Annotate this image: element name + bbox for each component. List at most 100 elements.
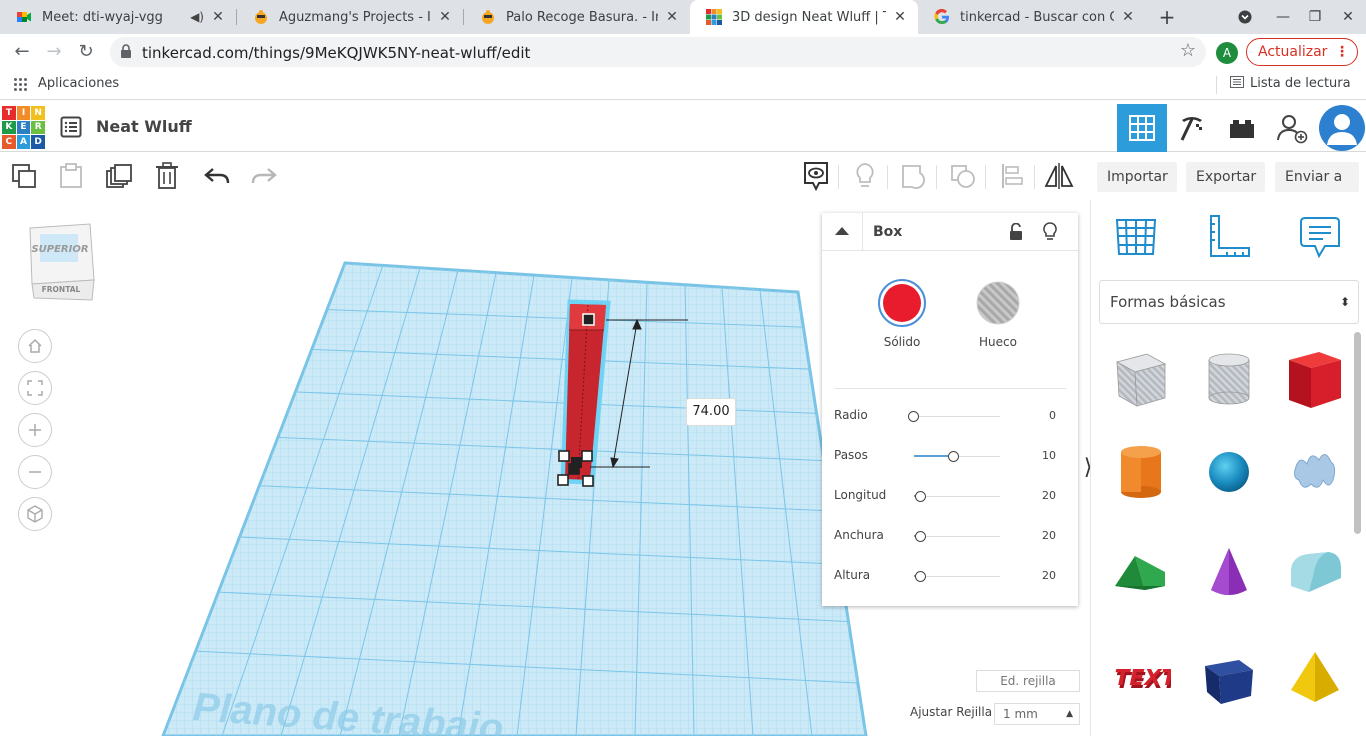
close-tab-icon[interactable]: ✕ — [437, 9, 453, 25]
ungroup-button[interactable] — [948, 161, 978, 191]
delete-button[interactable] — [152, 161, 182, 191]
bookmark-star-icon[interactable]: ☆ — [1180, 40, 1196, 61]
scribble-shape[interactable] — [1285, 440, 1345, 500]
notes-visibility-button[interactable] — [801, 161, 831, 191]
omnibox[interactable]: tinkercad.com/things/9MeKQJWK5NY-neat-wl… — [110, 37, 1206, 67]
browser-tab-google-search[interactable]: tinkercad - Buscar con Go ✕ — [918, 0, 1146, 34]
profile-avatar[interactable]: A — [1216, 42, 1238, 64]
minecraft-view-button[interactable] — [1167, 104, 1217, 152]
snap-grid-select[interactable]: 1 mm ▲ — [994, 703, 1080, 725]
pyramid-shape[interactable] — [1285, 646, 1345, 706]
dimension-value[interactable]: 74.00 — [686, 398, 736, 426]
update-button[interactable]: Actualizar ⋮ — [1246, 38, 1358, 66]
copy-button[interactable] — [9, 161, 39, 191]
ruler-tool-icon[interactable] — [1205, 214, 1251, 260]
slider-track[interactable] — [914, 496, 1000, 497]
bricks-view-button[interactable] — [1217, 104, 1267, 152]
solid-color-swatch[interactable] — [878, 279, 926, 327]
hole-label[interactable]: Hueco — [958, 335, 1038, 349]
export-button[interactable]: Exportar — [1186, 162, 1265, 192]
solid-label[interactable]: Sólido — [862, 335, 942, 349]
cylinder-shape[interactable] — [1111, 440, 1171, 500]
zoom-out-button[interactable] — [18, 455, 52, 489]
view-cube[interactable]: SUPERIOR FRONTAL — [26, 222, 98, 304]
shape-category-select[interactable]: Formas básicas ⬍ — [1099, 280, 1359, 324]
apps-bookmark[interactable]: Aplicaciones — [38, 76, 119, 91]
invite-user-button[interactable] — [1267, 104, 1317, 152]
apps-grid-icon[interactable] — [14, 78, 28, 92]
param-value[interactable]: 20 — [1042, 569, 1056, 582]
tinkercad-logo[interactable]: T I N K E R C A D — [2, 106, 45, 149]
url-text[interactable]: tinkercad.com/things/9MeKQJWK5NY-neat-wl… — [142, 44, 530, 62]
minimize-window-icon[interactable]: — — [1271, 6, 1295, 28]
3d-design-view-button[interactable] — [1117, 104, 1167, 152]
fit-view-button[interactable] — [18, 371, 52, 405]
reading-list-button[interactable]: Lista de lectura — [1230, 76, 1351, 91]
lightbulb-icon[interactable] — [1043, 222, 1057, 242]
trash-icon — [156, 162, 178, 189]
workplane-tool-icon[interactable] — [1113, 214, 1159, 260]
design-name[interactable]: Neat Wluff — [96, 117, 192, 136]
slider-knob[interactable] — [914, 491, 926, 502]
tab-search-icon[interactable] — [1233, 6, 1257, 28]
roof-shape[interactable] — [1111, 542, 1171, 602]
home-view-button[interactable] — [18, 329, 52, 363]
hole-swatch[interactable] — [976, 281, 1020, 325]
slider-knob[interactable] — [908, 411, 919, 422]
shape-name[interactable]: Box — [873, 224, 902, 240]
browser-tab-tinkercad[interactable]: 3D design Neat Wluff | Ti ✕ — [690, 0, 918, 34]
box-shape[interactable] — [1285, 348, 1345, 408]
show-all-button[interactable] — [850, 161, 880, 191]
zoom-in-button[interactable] — [18, 413, 52, 447]
paste-button[interactable] — [56, 161, 86, 191]
speaker-icon[interactable]: ◀) — [190, 10, 204, 24]
send-to-button[interactable]: Enviar a — [1275, 162, 1359, 192]
mirror-button[interactable] — [1044, 161, 1074, 191]
box-hole-shape[interactable] — [1111, 348, 1171, 408]
wedge-shape[interactable] — [1199, 646, 1259, 706]
address-bar-row: ← → ↻ tinkercad.com/things/9MeKQJWK5NY-n… — [0, 34, 1366, 70]
collapse-caret-icon[interactable] — [834, 225, 850, 237]
align-button[interactable] — [997, 161, 1027, 191]
undo-button[interactable] — [202, 161, 232, 191]
close-tab-icon[interactable]: ✕ — [892, 9, 908, 25]
slider-track[interactable] — [914, 536, 1000, 537]
cone-shape[interactable] — [1199, 542, 1259, 602]
slider-track[interactable] — [914, 576, 1000, 577]
group-button[interactable] — [899, 161, 929, 191]
param-value[interactable]: 20 — [1042, 529, 1056, 542]
new-tab-button[interactable]: + — [1156, 6, 1178, 28]
browser-tab-aguzmang[interactable]: Aguzmang's Projects - In ✕ — [237, 0, 463, 34]
back-arrow-icon[interactable]: ← — [10, 40, 34, 64]
import-button[interactable]: Importar — [1097, 162, 1177, 192]
browser-tab-palo[interactable]: Palo Recoge Basura. - Ins ✕ — [464, 0, 690, 34]
sphere-shape[interactable] — [1199, 440, 1259, 500]
round-roof-shape[interactable] — [1285, 542, 1345, 602]
cylinder-hole-shape[interactable] — [1199, 348, 1259, 408]
user-avatar-button[interactable] — [1317, 104, 1366, 152]
param-value[interactable]: 10 — [1042, 449, 1056, 462]
slider-knob[interactable] — [914, 571, 926, 582]
param-value[interactable]: 0 — [1049, 409, 1056, 422]
redo-button[interactable] — [249, 161, 279, 191]
param-value[interactable]: 20 — [1042, 489, 1056, 502]
slider-track[interactable] — [914, 416, 1000, 417]
text-shape[interactable]: TEXT TEXT — [1111, 646, 1171, 706]
close-tab-icon[interactable]: ✕ — [664, 9, 680, 25]
forward-arrow-icon[interactable]: → — [42, 40, 66, 64]
close-window-icon[interactable]: ✕ — [1336, 6, 1360, 28]
restore-window-icon[interactable]: ❐ — [1303, 6, 1327, 28]
slider-knob[interactable] — [914, 531, 926, 542]
duplicate-button[interactable] — [104, 161, 134, 191]
design-list-icon[interactable] — [60, 116, 82, 138]
close-tab-icon[interactable]: ✕ — [210, 9, 226, 25]
close-tab-icon[interactable]: ✕ — [1120, 9, 1136, 25]
perspective-toggle-button[interactable] — [18, 497, 52, 531]
reload-icon[interactable]: ↻ — [74, 40, 98, 64]
shapes-scrollbar[interactable] — [1354, 332, 1361, 534]
lock-icon[interactable] — [1009, 223, 1023, 241]
notes-tool-icon[interactable] — [1297, 214, 1343, 260]
browser-tab-meet[interactable]: Meet: dti-wyaj-vgg ◀) ✕ — [0, 0, 236, 34]
edit-grid-button[interactable]: Ed. rejilla — [976, 670, 1080, 692]
slider-knob[interactable] — [948, 451, 960, 462]
